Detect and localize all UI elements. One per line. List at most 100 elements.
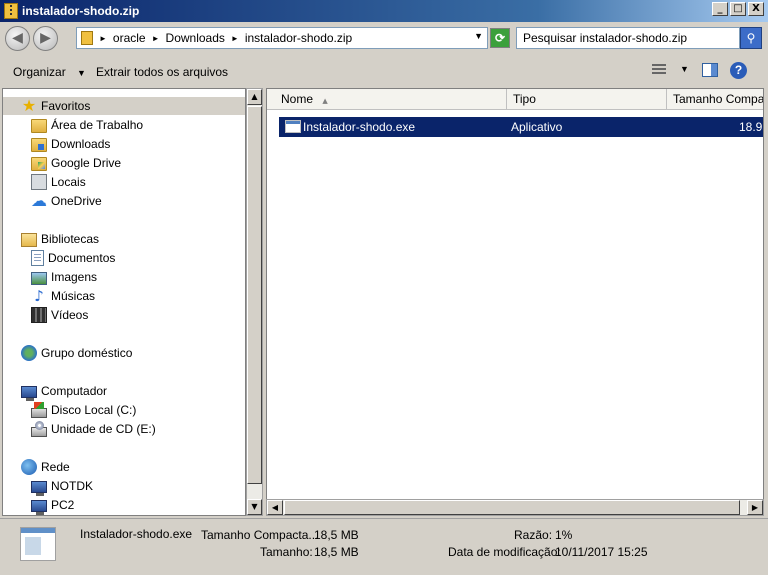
search-icon[interactable]: ⚲ <box>740 27 762 49</box>
nav-item-videos[interactable]: Vídeos <box>31 306 88 324</box>
horizontal-scrollbar[interactable]: ◀ ▶ <box>266 499 764 516</box>
downloads-folder-icon <box>31 137 47 152</box>
address-dropdown-icon[interactable]: ▼ <box>474 31 483 41</box>
scroll-down-button[interactable]: ▼ <box>247 499 262 515</box>
column-header-name[interactable]: Nome ▲ <box>275 89 507 109</box>
nav-label: OneDrive <box>51 194 102 208</box>
nav-network[interactable]: Rede <box>21 458 70 476</box>
search-input[interactable]: Pesquisar instalador-shodo.zip <box>516 27 740 49</box>
nav-label: Área de Trabalho <box>51 118 144 132</box>
nav-label: Rede <box>41 460 70 474</box>
scroll-thumb[interactable] <box>284 500 740 515</box>
details-ratio-value: 1% <box>555 528 573 542</box>
nav-item-locais[interactable]: Locais <box>31 173 86 191</box>
organize-label: Organizar <box>13 65 66 79</box>
nav-label: Google Drive <box>51 156 122 170</box>
forward-button[interactable]: ▶ <box>33 26 58 51</box>
nav-label: Vídeos <box>51 308 89 322</box>
details-filename: Instalador-shodo.exe <box>80 527 193 541</box>
breadcrumb-separator: ► <box>99 33 107 43</box>
breadcrumb-downloads[interactable]: Downloads <box>166 31 225 45</box>
table-row[interactable]: Instalador-shodo.exe Aplicativo 18.95 <box>279 117 763 137</box>
nav-item-notdk[interactable]: NOTDK <box>31 477 93 496</box>
scroll-thumb[interactable] <box>247 106 262 484</box>
file-thumbnail-icon <box>20 527 56 561</box>
nav-label: Computador <box>41 384 108 398</box>
scroll-left-button[interactable]: ◀ <box>267 500 283 515</box>
nav-item-cd-drive[interactable]: Unidade de CD (E:) <box>31 420 156 438</box>
cell-type: Aplicativo <box>511 120 563 134</box>
command-bar: Organizar ▼ Extrair todos os arquivos ▼ … <box>0 56 768 86</box>
extract-all-button[interactable]: Extrair todos os arquivos <box>96 65 228 79</box>
computer-icon <box>21 385 37 401</box>
google-drive-icon <box>31 156 47 171</box>
nav-item-desktop[interactable]: Área de Trabalho <box>31 116 143 134</box>
zip-folder-icon <box>4 3 18 19</box>
back-button[interactable]: ◀ <box>5 26 30 51</box>
folder-icon <box>31 118 47 133</box>
nav-label: Documentos <box>48 251 116 265</box>
nav-scrollbar[interactable]: ▲ ▼ <box>246 88 263 516</box>
column-label: Nome <box>281 92 314 106</box>
details-compressed-value: 18,5 MB <box>314 528 359 542</box>
nav-favorites[interactable]: ★ Favoritos <box>3 97 245 115</box>
details-size-value: 18,5 MB <box>314 545 359 559</box>
nav-label: Downloads <box>51 137 111 151</box>
nav-label: Músicas <box>51 289 96 303</box>
breadcrumb-zip[interactable]: instalador-shodo.zip <box>245 31 352 45</box>
refresh-button[interactable]: ⟳ <box>490 28 510 48</box>
nav-homegroup[interactable]: Grupo doméstico <box>21 344 132 362</box>
breadcrumb-oracle[interactable]: oracle <box>113 31 146 45</box>
details-ratio-label: Razão: <box>514 528 553 542</box>
details-modified-label: Data de modificação: <box>448 545 561 559</box>
nav-item-music[interactable]: ♪ Músicas <box>31 287 95 305</box>
close-button[interactable]: X <box>748 2 764 16</box>
maximize-button[interactable]: □ <box>730 2 746 16</box>
folder-icon <box>81 31 93 45</box>
computer-icon <box>31 480 47 496</box>
file-list: Nome ▲ Tipo Tamanho Compactado Instalado… <box>266 88 764 516</box>
nav-libraries[interactable]: Bibliotecas <box>21 230 99 248</box>
cell-name: Instalador-shodo.exe <box>303 120 416 134</box>
details-pane: Instalador-shodo.exe Tamanho Compacta...… <box>0 518 768 575</box>
nav-computer[interactable]: Computador <box>21 382 108 401</box>
nav-label: Grupo doméstico <box>41 346 133 360</box>
chevron-down-icon: ▼ <box>77 68 86 78</box>
preview-pane-icon[interactable] <box>702 63 718 77</box>
cloud-icon: ☁ <box>31 191 47 210</box>
document-icon <box>31 250 44 266</box>
nav-label: Bibliotecas <box>41 232 100 246</box>
nav-item-pc2[interactable]: PC2 <box>31 496 75 515</box>
homegroup-icon <box>21 345 37 361</box>
view-options-icon[interactable] <box>652 64 666 76</box>
breadcrumb-separator[interactable]: ► <box>152 34 160 43</box>
scroll-up-button[interactable]: ▲ <box>247 89 262 105</box>
address-bar[interactable]: ► oracle ► Downloads ► instalador-shodo.… <box>76 27 488 49</box>
nav-item-downloads[interactable]: Downloads <box>31 135 110 153</box>
nav-item-images[interactable]: Imagens <box>31 268 97 286</box>
cd-drive-icon <box>31 420 47 437</box>
minimize-button[interactable]: _ <box>712 2 728 16</box>
sort-ascending-icon: ▲ <box>322 97 328 105</box>
nav-label: PC2 <box>51 498 75 512</box>
organize-button[interactable]: Organizar ▼ <box>13 65 86 79</box>
video-icon <box>31 307 47 323</box>
nav-label: Favoritos <box>41 99 91 113</box>
nav-item-documents[interactable]: Documentos <box>31 249 115 267</box>
nav-item-onedrive[interactable]: ☁ OneDrive <box>31 192 102 210</box>
scroll-right-button[interactable]: ▶ <box>747 500 763 515</box>
application-icon <box>285 120 301 133</box>
help-icon[interactable]: ? <box>730 62 747 79</box>
details-modified-value: 10/11/2017 15:25 <box>555 545 648 559</box>
column-header-compressed-size[interactable]: Tamanho Compactado <box>667 89 763 109</box>
computer-icon <box>31 499 47 515</box>
hard-disk-icon <box>31 401 47 418</box>
network-icon <box>21 459 37 475</box>
cell-size: 18.95 <box>739 120 763 134</box>
nav-item-local-disk[interactable]: Disco Local (C:) <box>31 401 136 419</box>
breadcrumb-separator[interactable]: ► <box>231 34 239 43</box>
chevron-down-icon[interactable]: ▼ <box>680 64 689 74</box>
nav-item-google-drive[interactable]: Google Drive <box>31 154 121 172</box>
window-title: instalador-shodo.zip <box>22 4 140 18</box>
column-header-type[interactable]: Tipo <box>507 89 667 109</box>
